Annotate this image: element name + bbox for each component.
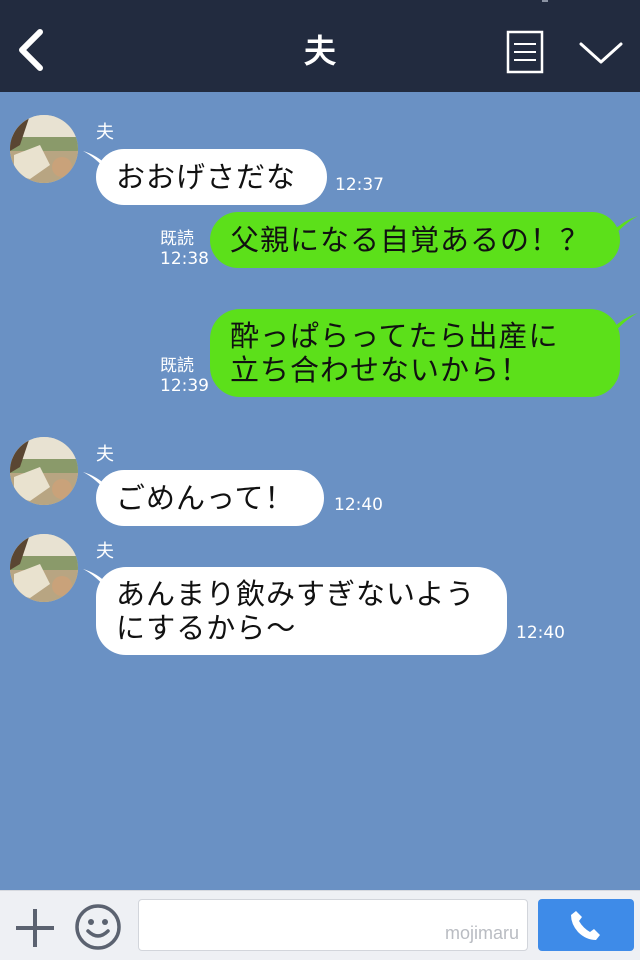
message-text: ごめんって！ (116, 481, 295, 515)
sender-name: 夫 (96, 541, 114, 562)
status-indicator (542, 0, 548, 2)
emoji-button[interactable] (74, 903, 122, 951)
avatar[interactable] (10, 534, 78, 602)
collapse-button[interactable] (578, 38, 624, 68)
message-text-line: 酔っぱらってたら出産に (230, 319, 559, 353)
message-time: 12:40 (516, 623, 565, 643)
avatar-image (10, 115, 78, 183)
chat-header: 夫 (0, 0, 640, 92)
message-bubble[interactable]: おおげさだな (96, 149, 327, 205)
notes-icon (506, 30, 544, 74)
message-bubble[interactable]: ごめんって！ (96, 470, 324, 526)
avatar-image (10, 437, 78, 505)
message-bubble[interactable]: あんまり飲みすぎないよう にするから〜 (96, 567, 507, 655)
input-bar: mojimaru (0, 890, 640, 960)
message-text: おおげさだな (116, 160, 297, 194)
smiley-icon (75, 904, 121, 950)
message-time: 12:37 (335, 175, 384, 195)
bubble-tail (612, 216, 638, 238)
bubble-tail (612, 313, 638, 335)
message-time: 12:39 (160, 376, 209, 396)
phone-icon (571, 911, 600, 940)
message-time: 12:40 (334, 495, 383, 515)
notes-button[interactable] (506, 30, 544, 74)
avatar-image (10, 534, 78, 602)
avatar[interactable] (10, 437, 78, 505)
call-button[interactable] (538, 899, 634, 951)
chat-title: 夫 (303, 32, 336, 70)
sender-name: 夫 (96, 122, 114, 143)
message-time: 12:38 (160, 249, 209, 269)
avatar[interactable] (10, 115, 78, 183)
message-text-line: にするから〜 (116, 611, 297, 645)
message-bubble[interactable]: 父親になる自覚あるの！？ (210, 212, 620, 268)
watermark: mojimaru (444, 923, 519, 943)
chevron-down-icon (579, 42, 623, 64)
message-input[interactable]: mojimaru (138, 899, 528, 951)
message-text: 父親になる自覚あるの！？ (230, 223, 591, 257)
read-receipt: 既読 (160, 356, 194, 376)
message-list[interactable]: 夫 おおげさだな 12:37 既読 12:38 父親になる自覚あるの！？ 既読 … (0, 92, 640, 890)
message-text-line: 立ち合わせないから！ (230, 353, 531, 387)
message-text-line: あんまり飲みすぎないよう (116, 577, 476, 611)
message-bubble[interactable]: 酔っぱらってたら出産に 立ち合わせないから！ (210, 309, 620, 397)
sender-name: 夫 (96, 444, 114, 465)
attach-button[interactable] (14, 907, 56, 949)
plus-icon (16, 909, 54, 947)
read-receipt: 既読 (160, 229, 194, 249)
